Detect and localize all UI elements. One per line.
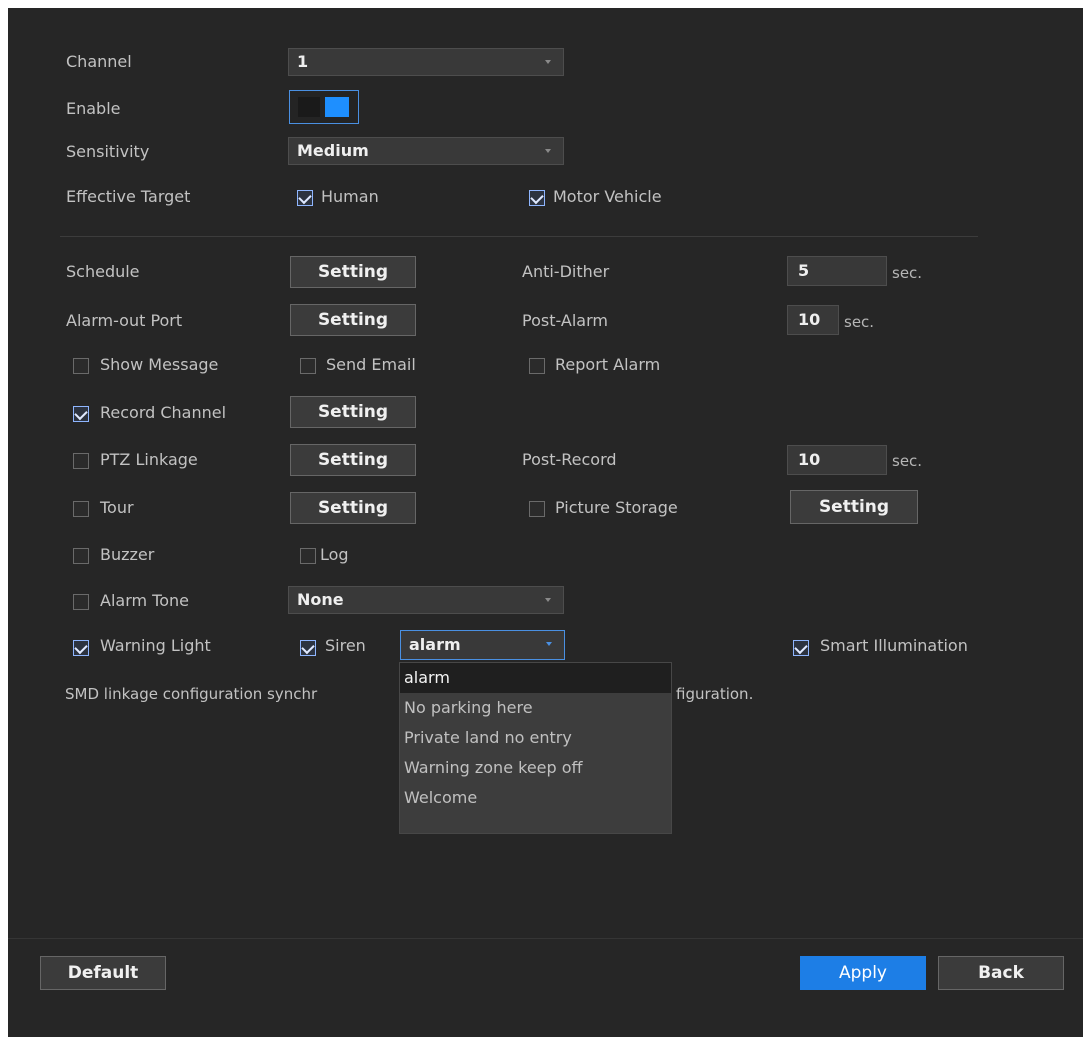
smart-illumination-label: Smart Illumination <box>820 636 968 655</box>
enable-label: Enable <box>66 99 121 118</box>
schedule-setting-button[interactable]: Setting <box>290 256 416 288</box>
log-label: Log <box>320 545 349 564</box>
alarm-out-port-label: Alarm-out Port <box>66 311 183 330</box>
warning-light-checkbox[interactable] <box>73 640 89 656</box>
record-channel-setting-button[interactable]: Setting <box>290 396 416 428</box>
motor-vehicle-checkbox[interactable] <box>529 190 545 206</box>
tour-checkbox[interactable] <box>73 501 89 517</box>
record-channel-label: Record Channel <box>100 403 227 422</box>
channel-label: Channel <box>66 52 132 71</box>
anti-dither-label: Anti-Dither <box>522 262 610 281</box>
ptz-linkage-setting-button[interactable]: Setting <box>290 444 416 476</box>
picture-storage-setting-button[interactable]: Setting <box>790 490 918 524</box>
chevron-down-icon <box>545 149 551 153</box>
report-alarm-label: Report Alarm <box>555 355 661 374</box>
apply-button[interactable]: Apply <box>800 956 926 990</box>
motor-vehicle-label: Motor Vehicle <box>553 187 662 206</box>
siren-label: Siren <box>325 636 366 655</box>
send-email-label: Send Email <box>326 355 416 374</box>
siren-checkbox[interactable] <box>300 640 316 656</box>
picture-storage-label: Picture Storage <box>555 498 678 517</box>
post-alarm-label: Post-Alarm <box>522 311 608 330</box>
picture-storage-checkbox[interactable] <box>529 501 545 517</box>
alarm-tone-value: None <box>297 590 344 609</box>
record-channel-checkbox[interactable] <box>73 406 89 422</box>
chevron-down-icon <box>546 642 552 646</box>
effective-target-label: Effective Target <box>66 187 191 206</box>
anti-dither-input[interactable]: 5 <box>787 256 887 286</box>
sensitivity-label: Sensitivity <box>66 142 150 161</box>
post-record-label: Post-Record <box>522 450 617 469</box>
siren-value: alarm <box>409 635 461 654</box>
siren-option[interactable]: alarm <box>400 663 671 693</box>
show-message-label: Show Message <box>100 355 219 374</box>
note-text-left: SMD linkage configuration synchr <box>65 685 318 703</box>
siren-dropdown-menu: alarm No parking here Private land no en… <box>399 662 672 834</box>
siren-option[interactable]: No parking here <box>400 693 671 723</box>
section-divider <box>60 236 978 237</box>
post-alarm-input[interactable]: 10 <box>787 305 839 335</box>
log-checkbox[interactable] <box>300 548 316 564</box>
chevron-down-icon <box>545 60 551 64</box>
sensitivity-value: Medium <box>297 141 369 160</box>
ptz-linkage-label: PTZ Linkage <box>100 450 198 469</box>
report-alarm-checkbox[interactable] <box>529 358 545 374</box>
smart-illumination-checkbox[interactable] <box>793 640 809 656</box>
tour-setting-button[interactable]: Setting <box>290 492 416 524</box>
alarm-tone-checkbox[interactable] <box>73 594 89 610</box>
human-checkbox[interactable] <box>297 190 313 206</box>
buzzer-checkbox[interactable] <box>73 548 89 564</box>
send-email-checkbox[interactable] <box>300 358 316 374</box>
channel-value: 1 <box>297 52 309 71</box>
post-alarm-unit: sec. <box>844 313 875 331</box>
chevron-down-icon <box>545 598 551 602</box>
anti-dither-unit: sec. <box>892 264 923 282</box>
buzzer-label: Buzzer <box>100 545 155 564</box>
alarm-out-port-setting-button[interactable]: Setting <box>290 304 416 336</box>
human-label: Human <box>321 187 379 206</box>
note-text-right: figuration. <box>676 685 754 703</box>
config-panel: Channel 1 Enable Sensitivity Medium Effe… <box>8 8 1083 1037</box>
sensitivity-select[interactable]: Medium <box>288 137 564 165</box>
siren-option[interactable]: Welcome <box>400 783 671 813</box>
siren-option[interactable]: Private land no entry <box>400 723 671 753</box>
post-record-unit: sec. <box>892 452 923 470</box>
toggle-track <box>298 97 320 117</box>
channel-select[interactable]: 1 <box>288 48 564 76</box>
enable-toggle[interactable] <box>289 90 359 124</box>
schedule-label: Schedule <box>66 262 140 281</box>
ptz-linkage-checkbox[interactable] <box>73 453 89 469</box>
siren-option[interactable]: Warning zone keep off <box>400 753 671 783</box>
back-button[interactable]: Back <box>938 956 1064 990</box>
tour-label: Tour <box>100 498 134 517</box>
warning-light-label: Warning Light <box>100 636 211 655</box>
show-message-checkbox[interactable] <box>73 358 89 374</box>
post-record-input[interactable]: 10 <box>787 445 887 475</box>
alarm-tone-label: Alarm Tone <box>100 591 189 610</box>
toggle-knob <box>325 97 349 117</box>
siren-select[interactable]: alarm <box>400 630 565 660</box>
alarm-tone-select[interactable]: None <box>288 586 564 614</box>
default-button[interactable]: Default <box>40 956 166 990</box>
footer-divider <box>8 938 1083 939</box>
